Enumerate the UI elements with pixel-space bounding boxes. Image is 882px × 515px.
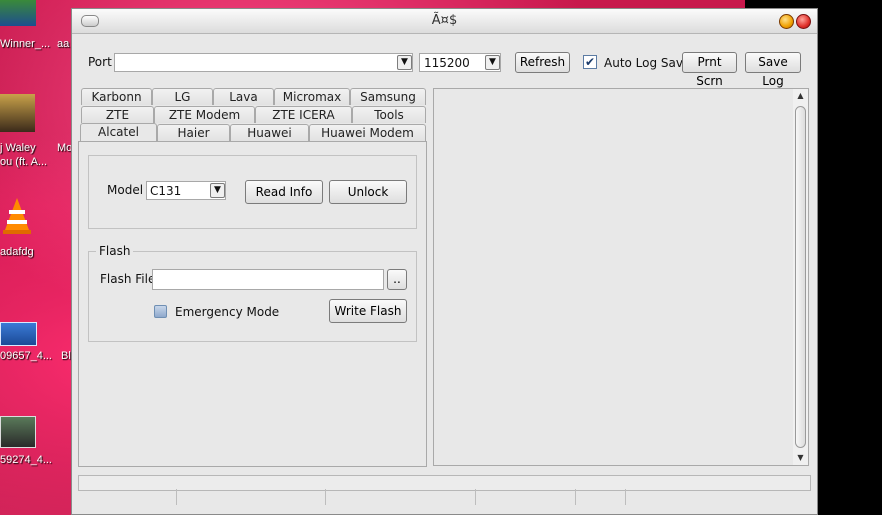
progress-bar — [78, 475, 811, 491]
tab-lava[interactable]: Lava — [213, 88, 274, 105]
tab-huawei[interactable]: Huawei — [230, 124, 309, 141]
model-select[interactable]: C131 ▼ — [146, 181, 226, 200]
auto-log-label: Auto Log Save — [604, 56, 691, 70]
app-window: Ã¤$ Port ▼ 115200 ▼ Refresh ✔ Auto Log S… — [71, 8, 818, 515]
tab-micromax[interactable]: Micromax — [274, 88, 350, 105]
refresh-button[interactable]: Refresh — [515, 52, 570, 73]
minimize-button[interactable] — [779, 14, 794, 29]
tab-tools[interactable]: Tools — [352, 106, 426, 123]
check-icon: ✔ — [584, 55, 596, 69]
model-label: Model — [107, 183, 144, 197]
port-select[interactable]: ▼ — [114, 53, 413, 72]
emergency-mode-label: Emergency Mode — [175, 305, 280, 319]
statusbar-divider — [176, 489, 177, 505]
tab-lg[interactable]: LG — [152, 88, 213, 105]
desktop-image-file-icon[interactable] — [0, 322, 37, 346]
desktop-icon-label: Mo — [57, 142, 73, 154]
emergency-mode-checkbox[interactable] — [154, 305, 167, 318]
read-info-button[interactable]: Read Info — [245, 180, 323, 204]
statusbar-divider — [325, 489, 326, 505]
window-title: Ã¤$ — [431, 13, 458, 28]
unlock-button[interactable]: Unlock — [329, 180, 407, 204]
write-flash-button[interactable]: Write Flash — [329, 299, 407, 323]
chevron-down-icon[interactable]: ▼ — [397, 55, 412, 70]
auto-log-checkbox[interactable]: ✔ — [583, 55, 597, 69]
chevron-down-icon[interactable]: ▼ — [485, 55, 500, 70]
title-bar[interactable]: Ã¤$ — [72, 9, 817, 34]
statusbar-divider — [625, 489, 626, 505]
desktop-icon-label: Winner_... — [0, 38, 51, 50]
desktop-music-thumbnail-icon[interactable] — [0, 94, 35, 132]
statusbar-divider — [475, 489, 476, 505]
tab-zte[interactable]: ZTE — [81, 106, 154, 123]
statusbar-divider — [575, 489, 576, 505]
flash-group-title: Flash — [96, 244, 134, 258]
flash-file-input[interactable] — [152, 269, 384, 290]
vlc-cone-icon[interactable] — [0, 196, 34, 236]
tab-huawei-modem[interactable]: Huawei Modem — [309, 124, 426, 141]
tab-alcatel[interactable]: Alcatel — [80, 123, 157, 142]
tab-haier[interactable]: Haier — [157, 124, 230, 141]
log-textarea[interactable] — [433, 88, 809, 466]
arrow-down-icon[interactable]: ▼ — [793, 453, 808, 462]
flash-file-label: Flash File — [100, 272, 156, 286]
tab-samsung[interactable]: Samsung — [350, 88, 426, 105]
desktop-icon-label: Bl — [61, 350, 71, 362]
desktop-icon-label: 09657_4... — [0, 350, 52, 362]
browse-button[interactable]: .. — [387, 269, 407, 290]
desktop-icon-label: ou (ft. A... — [0, 156, 48, 168]
tab-zte-icera[interactable]: ZTE ICERA — [255, 106, 352, 123]
save-log-button[interactable]: Save Log — [745, 52, 801, 88]
desktop-icon-label: aa — [57, 38, 70, 50]
baud-rate-value: 115200 — [424, 56, 470, 70]
arrow-up-icon[interactable]: ▲ — [793, 91, 808, 100]
tab-karbonn[interactable]: Karbonn — [81, 88, 152, 105]
scrollbar-thumb[interactable] — [795, 106, 806, 448]
baud-rate-select[interactable]: 115200 ▼ — [419, 53, 501, 72]
model-value: C131 — [150, 184, 182, 198]
desktop-winamp-icon[interactable] — [0, 0, 36, 26]
desktop-icon-label: 59274_4... — [0, 454, 52, 466]
close-button[interactable] — [796, 14, 811, 29]
print-screen-button[interactable]: Prnt Scrn — [682, 52, 737, 88]
flash-group — [88, 251, 417, 342]
desktop-photo-thumbnail-icon[interactable] — [0, 416, 36, 448]
desktop-icon-label: adafdg — [0, 246, 34, 258]
desktop-icon-label: j Waley — [0, 142, 36, 154]
chevron-down-icon[interactable]: ▼ — [210, 183, 225, 198]
port-label: Port — [88, 55, 112, 69]
tab-zte-modem[interactable]: ZTE Modem — [154, 106, 255, 123]
